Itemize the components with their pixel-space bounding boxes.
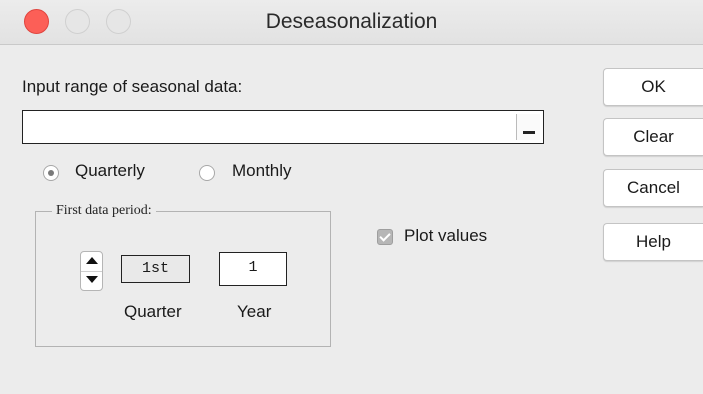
radio-quarterly[interactable] [43, 165, 59, 181]
clear-button[interactable]: Clear [603, 118, 703, 156]
ok-button[interactable]: OK [603, 68, 703, 106]
help-button[interactable]: Help [603, 223, 703, 261]
window-title: Deseasonalization [265, 10, 438, 33]
plot-values-label[interactable]: Plot values [404, 226, 487, 246]
radio-quarterly-label[interactable]: Quarterly [75, 161, 145, 181]
range-label: Input range of seasonal data: [22, 77, 243, 96]
year-field[interactable]: 1 [219, 252, 287, 286]
plot-values-checkbox[interactable] [377, 229, 393, 245]
title-bar: Deseasonalization [0, 0, 703, 45]
year-label: Year [237, 302, 272, 321]
radio-monthly-label[interactable]: Monthly [232, 161, 292, 181]
stepper-down-icon[interactable] [81, 271, 102, 290]
range-input[interactable] [22, 110, 544, 144]
range-select-button[interactable] [516, 114, 540, 140]
quarter-field: 1st [121, 255, 190, 283]
stepper-up-icon[interactable] [81, 252, 102, 272]
quarter-stepper[interactable] [80, 251, 103, 291]
radio-monthly[interactable] [199, 165, 215, 181]
cancel-button[interactable]: Cancel [603, 169, 703, 207]
group-title: First data period: [52, 203, 156, 219]
quarter-label: Quarter [124, 302, 182, 321]
